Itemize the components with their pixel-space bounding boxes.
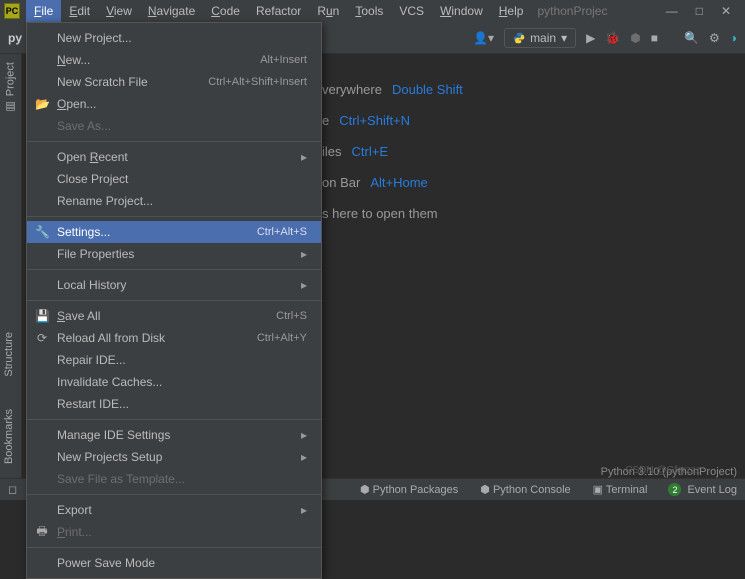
- save-icon: 💾: [35, 309, 49, 323]
- menu-vcs[interactable]: VCS: [391, 0, 432, 22]
- chevron-right-icon: ▸: [301, 278, 307, 292]
- run-button[interactable]: ▶: [586, 31, 595, 45]
- minimize-icon[interactable]: —: [666, 4, 678, 18]
- menu-window[interactable]: Window: [432, 0, 491, 22]
- menu-file[interactable]: File: [26, 0, 61, 22]
- separator: [27, 141, 321, 142]
- sb-terminal[interactable]: ▣ Terminal: [593, 483, 648, 496]
- chevron-right-icon: ▸: [301, 503, 307, 517]
- menu-view[interactable]: View: [98, 0, 140, 22]
- fm-restart[interactable]: Restart IDE...: [27, 393, 321, 415]
- fm-manage-ide[interactable]: Manage IDE Settings▸: [27, 424, 321, 446]
- sb-python-packages[interactable]: ⬢ Python Packages: [360, 483, 458, 496]
- menu-run[interactable]: Run: [309, 0, 347, 22]
- fm-rename-project[interactable]: Rename Project...: [27, 190, 321, 212]
- fm-local-history[interactable]: Local History▸: [27, 274, 321, 296]
- python-icon: [513, 32, 525, 44]
- menu-navigate[interactable]: Navigate: [140, 0, 203, 22]
- plugin-icon[interactable]: ◑: [730, 31, 737, 45]
- print-icon: 🖶: [35, 522, 49, 543]
- fm-open-recent[interactable]: Open Recent▸: [27, 146, 321, 168]
- hint-recent-key: Ctrl+E: [352, 144, 388, 159]
- project-name: pythonProjec: [537, 4, 607, 18]
- run-config-label: main: [530, 31, 556, 45]
- fm-repair[interactable]: Repair IDE...: [27, 349, 321, 371]
- fm-save-all[interactable]: 💾Save AllCtrl+S: [27, 305, 321, 327]
- hint-drop: s here to open them: [322, 198, 745, 229]
- close-icon[interactable]: ✕: [721, 4, 731, 18]
- hint-nav-label: on Bar: [322, 175, 360, 190]
- maximize-icon[interactable]: □: [696, 4, 703, 18]
- fm-power-save[interactable]: Power Save Mode: [27, 552, 321, 574]
- separator: [27, 547, 321, 548]
- left-tool-rail: ▤Project Structure Bookmarks: [0, 54, 22, 478]
- sb-python-console[interactable]: ⬢ Python Console: [480, 483, 570, 496]
- menu-tools[interactable]: Tools: [347, 0, 391, 22]
- run-config-selector[interactable]: main ▾: [504, 28, 576, 48]
- coverage-button[interactable]: ⬢: [630, 31, 640, 45]
- separator: [27, 494, 321, 495]
- fm-print: 🖶Print...: [27, 521, 321, 543]
- fm-settings[interactable]: 🔧Settings...Ctrl+Alt+S: [27, 221, 321, 243]
- watermark: CSDN @Gfarzzz: [625, 465, 701, 476]
- title-bar: PC File Edit View Navigate Code Refactor…: [0, 0, 745, 22]
- settings-icon[interactable]: ⚙: [709, 31, 720, 45]
- chevron-down-icon: ▾: [561, 31, 567, 45]
- chevron-right-icon: ▸: [301, 450, 307, 464]
- fm-scratch[interactable]: New Scratch FileCtrl+Alt+Shift+Insert: [27, 71, 321, 93]
- chevron-right-icon: ▸: [301, 247, 307, 261]
- separator: [27, 300, 321, 301]
- hint-recent-label: iles: [322, 144, 342, 159]
- rail-structure[interactable]: Structure: [0, 324, 18, 385]
- fm-open[interactable]: 📂Open...: [27, 93, 321, 115]
- window-controls: — □ ✕: [666, 4, 741, 18]
- menu-bar: File Edit View Navigate Code Refactor Ru…: [26, 0, 531, 22]
- fm-export[interactable]: Export▸: [27, 499, 321, 521]
- fm-reload[interactable]: ⟳Reload All from DiskCtrl+Alt+Y: [27, 327, 321, 349]
- hint-nav-key: Alt+Home: [370, 175, 427, 190]
- rail-project[interactable]: ▤Project: [0, 54, 21, 121]
- rail-bookmarks[interactable]: Bookmarks: [0, 401, 18, 472]
- separator: [27, 419, 321, 420]
- sb-event-log[interactable]: Event Log: [687, 484, 737, 496]
- hint-file-label: e: [322, 113, 329, 128]
- editor-tab[interactable]: py: [8, 31, 22, 45]
- fm-save-as: Save As...: [27, 115, 321, 137]
- stop-button: ■: [651, 31, 658, 45]
- fm-file-properties[interactable]: File Properties▸: [27, 243, 321, 265]
- reload-icon: ⟳: [35, 331, 49, 345]
- app-icon: PC: [4, 3, 20, 19]
- event-count-badge: 2: [668, 483, 681, 496]
- search-icon[interactable]: 🔍: [684, 31, 699, 45]
- menu-refactor[interactable]: Refactor: [248, 0, 309, 22]
- hint-search-label: verywhere: [322, 82, 382, 97]
- fm-invalidate[interactable]: Invalidate Caches...: [27, 371, 321, 393]
- hint-search-key: Double Shift: [392, 82, 463, 97]
- fm-new[interactable]: New...Alt+Insert: [27, 49, 321, 71]
- hint-file-key: Ctrl+Shift+N: [339, 113, 410, 128]
- wrench-icon: 🔧: [35, 225, 49, 239]
- menu-code[interactable]: Code: [203, 0, 248, 22]
- chevron-right-icon: ▸: [301, 150, 307, 164]
- menu-edit[interactable]: Edit: [61, 0, 98, 22]
- fm-new-projects-setup[interactable]: New Projects Setup▸: [27, 446, 321, 468]
- folder-open-icon: 📂: [35, 97, 49, 111]
- fm-close-project[interactable]: Close Project: [27, 168, 321, 190]
- separator: [27, 269, 321, 270]
- separator: [27, 216, 321, 217]
- debug-button[interactable]: 🐞: [605, 31, 620, 45]
- user-icon[interactable]: 👤▾: [473, 31, 494, 45]
- file-menu-popup: New Project... New...Alt+Insert New Scra…: [26, 22, 322, 579]
- fm-new-project[interactable]: New Project...: [27, 27, 321, 49]
- chevron-right-icon: ▸: [301, 428, 307, 442]
- fm-save-template: Save File as Template...: [27, 468, 321, 490]
- menu-help[interactable]: Help: [491, 0, 532, 22]
